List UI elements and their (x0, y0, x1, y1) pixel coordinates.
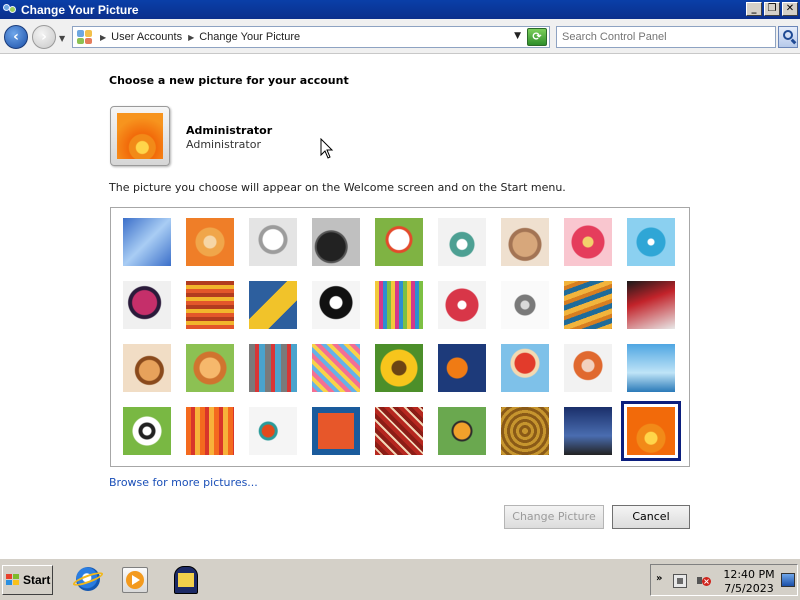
taskbar: Start » × 12:40 PM 7/5/2023 (0, 558, 800, 600)
back-button[interactable]: ‹ (4, 25, 28, 49)
picture-basket[interactable] (501, 407, 549, 455)
picture-kitten[interactable] (501, 218, 549, 266)
picture-orange-fabric[interactable] (186, 407, 234, 455)
arrow-left-icon: ‹ (13, 29, 19, 45)
system-tray: » × 12:40 PM 7/5/2023 (650, 564, 798, 596)
picture-pinwheel[interactable] (627, 218, 675, 266)
picture-toy-robot[interactable] (249, 344, 297, 392)
mouse-cursor-icon (320, 137, 334, 163)
picture-hammock[interactable] (312, 344, 360, 392)
clock-date[interactable]: 7/5/2023 (723, 582, 775, 595)
forward-button[interactable]: › (32, 25, 56, 49)
picture-woven-textile[interactable] (375, 407, 423, 455)
restore-button[interactable]: ❐ (764, 2, 780, 16)
picture-grid (110, 207, 690, 467)
network-icon[interactable] (673, 574, 687, 588)
picture-hot-air-balloon[interactable] (501, 344, 549, 392)
picture-sailboat[interactable] (627, 344, 675, 392)
clock-time[interactable]: 12:40 PM (723, 568, 775, 581)
user-name: Administrator (186, 124, 273, 137)
start-button[interactable]: Start (2, 565, 53, 595)
start-label: Start (23, 573, 51, 587)
picture-lucky-cat[interactable] (375, 218, 423, 266)
arrow-right-icon: › (41, 29, 47, 45)
breadcrumb-separator-icon[interactable]: ▶ (188, 33, 194, 42)
picture-description: The picture you choose will appear on th… (109, 181, 566, 194)
picture-soccer-ball[interactable] (123, 407, 171, 455)
user-accounts-icon (2, 3, 18, 17)
control-panel-icon (76, 29, 94, 45)
navigation-bar: ‹ › ▼ ▶ User Accounts ▶ Change Your Pict… (0, 19, 800, 54)
picture-yellow-leaf[interactable] (249, 281, 297, 329)
user-account-type: Administrator (186, 138, 261, 151)
page-heading: Choose a new picture for your account (109, 74, 349, 87)
volume-muted-icon[interactable]: × (697, 574, 711, 588)
picture-red-star[interactable] (438, 281, 486, 329)
picture-robot-dog[interactable] (249, 218, 297, 266)
picture-record-player[interactable] (312, 218, 360, 266)
picture-guitar[interactable] (123, 344, 171, 392)
search-button[interactable] (778, 26, 798, 48)
picture-butterfly[interactable] (438, 407, 486, 455)
show-desktop-icon[interactable] (781, 573, 795, 587)
cancel-button[interactable]: Cancel (612, 505, 690, 529)
picture-fabric[interactable] (186, 281, 234, 329)
picture-ball-spiral[interactable] (123, 281, 171, 329)
picture-starfish[interactable] (186, 218, 234, 266)
search-box[interactable] (556, 26, 776, 48)
picture-dog-border-collie[interactable] (312, 281, 360, 329)
calendar-app-icon[interactable] (170, 565, 202, 595)
breadcrumb-separator-icon[interactable]: ▶ (100, 33, 106, 42)
title-bar: Change Your Picture _ ❐ ✕ (0, 0, 800, 19)
picture-origami-crane[interactable] (627, 281, 675, 329)
address-dropdown-icon[interactable]: ▼ (514, 31, 521, 41)
picture-gyroscope[interactable] (438, 218, 486, 266)
change-picture-button[interactable]: Change Picture (504, 505, 604, 529)
show-hidden-icons-icon[interactable]: » (656, 573, 662, 584)
close-button[interactable]: ✕ (782, 2, 798, 16)
picture-gerbera-pink[interactable] (564, 218, 612, 266)
minimize-button[interactable]: _ (746, 2, 762, 16)
picture-stairs[interactable] (564, 281, 612, 329)
picture-window-tile[interactable] (312, 407, 360, 455)
refresh-button[interactable]: ⟳ (527, 28, 547, 46)
refresh-icon: ⟳ (532, 30, 542, 43)
browse-more-pictures-link[interactable]: Browse for more pictures... (109, 476, 258, 489)
picture-daruma[interactable] (564, 344, 612, 392)
picture-sunflower[interactable] (375, 344, 423, 392)
recent-pages-dropdown[interactable]: ▼ (59, 34, 65, 43)
picture-crayons[interactable] (375, 281, 423, 329)
main-content: Choose a new picture for your account Ad… (0, 55, 800, 558)
windows-logo-icon (6, 574, 20, 586)
breadcrumb-change-your-picture[interactable]: Change Your Picture (199, 31, 300, 43)
picture-jacks[interactable] (501, 281, 549, 329)
picture-fish[interactable] (438, 344, 486, 392)
internet-explorer-icon[interactable] (71, 565, 105, 595)
picture-orange-flower[interactable] (621, 401, 681, 461)
media-player-icon[interactable] (120, 565, 152, 595)
breadcrumb-user-accounts[interactable]: User Accounts (111, 31, 182, 43)
search-input[interactable] (557, 27, 775, 47)
picture-lighthouse[interactable] (564, 407, 612, 455)
picture-marbles[interactable] (249, 407, 297, 455)
window-title: Change Your Picture (21, 2, 139, 17)
picture-roller-coaster[interactable] (123, 218, 171, 266)
picture-pomeranian[interactable] (186, 344, 234, 392)
address-bar[interactable]: ▶ User Accounts ▶ Change Your Picture ▼ … (72, 26, 550, 48)
current-user-picture (110, 106, 170, 166)
